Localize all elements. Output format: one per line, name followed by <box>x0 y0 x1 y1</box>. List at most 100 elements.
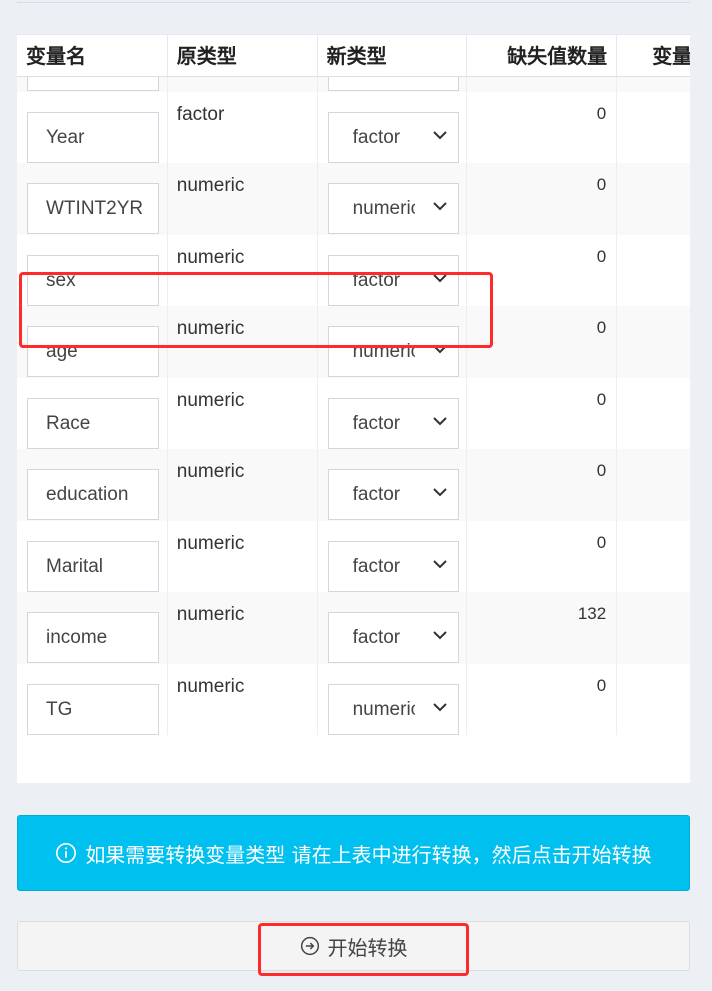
missing-count-text: 0 <box>596 103 607 123</box>
cell-extra <box>617 163 690 235</box>
new-type-select[interactable]: numeric <box>327 183 459 234</box>
new-type-value: numeric <box>352 198 415 219</box>
cell-extra <box>617 521 690 593</box>
original-type-text: numeric <box>176 175 245 196</box>
variable-name-input[interactable]: Race <box>27 397 159 449</box>
table-row: Marital numeric factor 0 <box>17 520 690 593</box>
info-text: 如果需要转换变量类型 请在上表中进行转换，然后点击开始转换 <box>85 842 652 867</box>
cell-missing-count: 0 <box>467 163 618 235</box>
cell-new-type: numeric <box>318 163 468 235</box>
new-type-select[interactable]: numeric <box>327 683 459 735</box>
chevron-down-icon <box>432 130 447 139</box>
variable-name-input[interactable]: education <box>27 469 159 520</box>
missing-count-text: 132 <box>577 604 607 623</box>
original-type-text: numeric <box>176 675 245 697</box>
highlight-sex-row <box>19 272 493 348</box>
original-type-text: numeric <box>176 246 245 268</box>
new-type-value: factor <box>352 126 401 148</box>
chevron-down-icon <box>432 416 447 425</box>
missing-count-text: 0 <box>596 532 607 552</box>
new-type-value: factor <box>352 412 401 434</box>
original-type-text: factor <box>176 103 225 125</box>
table-row: education numeric factor 0 <box>17 449 690 521</box>
missing-count-text: 0 <box>596 246 607 266</box>
cell-missing-count: 0 <box>467 663 618 735</box>
original-type-text: numeric <box>176 389 245 411</box>
cell-extra <box>617 664 690 736</box>
cell-extra <box>617 306 690 378</box>
chevron-down-icon <box>432 488 447 497</box>
cell-new-type: factor <box>318 592 468 664</box>
original-type-text: numeric <box>176 461 245 482</box>
header-missing-count: 缺失值数量 <box>467 35 618 76</box>
cell-variable-name: Year <box>17 91 168 163</box>
variable-name-input[interactable]: TG <box>27 683 159 735</box>
variable-name-input[interactable]: Year <box>27 111 159 163</box>
new-type-select[interactable]: factor <box>327 469 459 520</box>
cell-original-type: numeric <box>168 449 318 521</box>
new-type-value: factor <box>352 555 401 577</box>
cell-new-type: factor <box>318 520 468 592</box>
header-variable-extra: 变量 <box>652 44 690 68</box>
header-original-type: 原类型 <box>168 35 318 76</box>
chevron-down-icon <box>432 559 447 568</box>
cell-variable-name: Marital <box>17 520 168 592</box>
cell-missing-count: 0 <box>467 91 618 163</box>
cell-variable-name: WTINT2YR <box>17 163 168 235</box>
variable-name-input[interactable]: WTINT2YR <box>27 183 159 234</box>
table-row: Year factor factor 0 <box>17 91 690 164</box>
cell-original-type: numeric <box>168 377 318 449</box>
table-row: Race numeric factor 0 <box>17 377 690 450</box>
cell-new-type: factor <box>318 91 468 163</box>
cell-extra <box>617 378 690 450</box>
cell-original-type: numeric <box>168 520 318 592</box>
cell-original-type: factor <box>168 91 318 163</box>
header-variable-name: 变量名 <box>17 35 168 76</box>
cell-missing-count: 132 <box>467 592 618 664</box>
cell-missing-count: 0 <box>467 449 618 521</box>
cell-variable-name: Race <box>17 377 168 449</box>
new-type-select[interactable]: factor <box>327 540 459 592</box>
variable-name-input[interactable]: Marital <box>27 540 159 592</box>
new-type-select[interactable]: factor <box>327 111 459 163</box>
cell-extra <box>617 235 690 307</box>
cell-missing-count: 0 <box>467 377 618 449</box>
header-new-type: 新类型 <box>318 35 468 76</box>
table-row: TG numeric numeric 0 <box>17 663 690 736</box>
cell-original-type: numeric <box>168 592 318 664</box>
highlight-start-button <box>258 923 469 976</box>
missing-count-text: 0 <box>596 318 607 337</box>
cell-new-type: factor <box>318 449 468 521</box>
missing-count-text: 0 <box>596 461 607 480</box>
cell-new-type: factor <box>318 377 468 449</box>
original-type-text: numeric <box>176 532 245 554</box>
new-type-value: factor <box>352 627 401 648</box>
cell-original-type: numeric <box>168 163 318 235</box>
variable-table: 变量名 原类型 新类型 缺失值数量 变量 SDMVPSU numeric num… <box>17 34 690 783</box>
variable-name-input[interactable]: income <box>27 612 159 663</box>
missing-count-text: 0 <box>596 675 607 695</box>
chevron-down-icon <box>432 631 447 640</box>
cell-missing-count: 0 <box>467 520 618 592</box>
cell-extra <box>617 449 690 521</box>
cell-extra <box>617 92 690 164</box>
missing-count-text: 0 <box>596 389 607 409</box>
new-type-select[interactable]: factor <box>327 612 459 663</box>
new-type-value: numeric <box>352 698 415 720</box>
table-header: 变量名 原类型 新类型 缺失值数量 变量 <box>17 35 690 77</box>
cell-new-type: numeric <box>318 663 468 735</box>
top-divider <box>17 2 690 3</box>
table-row: income numeric factor 132 <box>17 592 690 664</box>
new-type-select[interactable]: factor <box>327 397 459 449</box>
chevron-down-icon <box>432 202 447 211</box>
table-row: WTINT2YR numeric numeric 0 <box>17 163 690 235</box>
info-alert: 如果需要转换变量类型 请在上表中进行转换，然后点击开始转换 <box>17 815 690 891</box>
cell-variable-name: education <box>17 449 168 521</box>
chevron-down-icon <box>432 702 447 711</box>
info-circle-icon <box>56 843 77 863</box>
cell-original-type: numeric <box>168 663 318 735</box>
cell-variable-name: income <box>17 592 168 664</box>
missing-count-text: 0 <box>596 175 607 194</box>
original-type-text: numeric <box>176 604 245 625</box>
cell-variable-name: TG <box>17 663 168 735</box>
